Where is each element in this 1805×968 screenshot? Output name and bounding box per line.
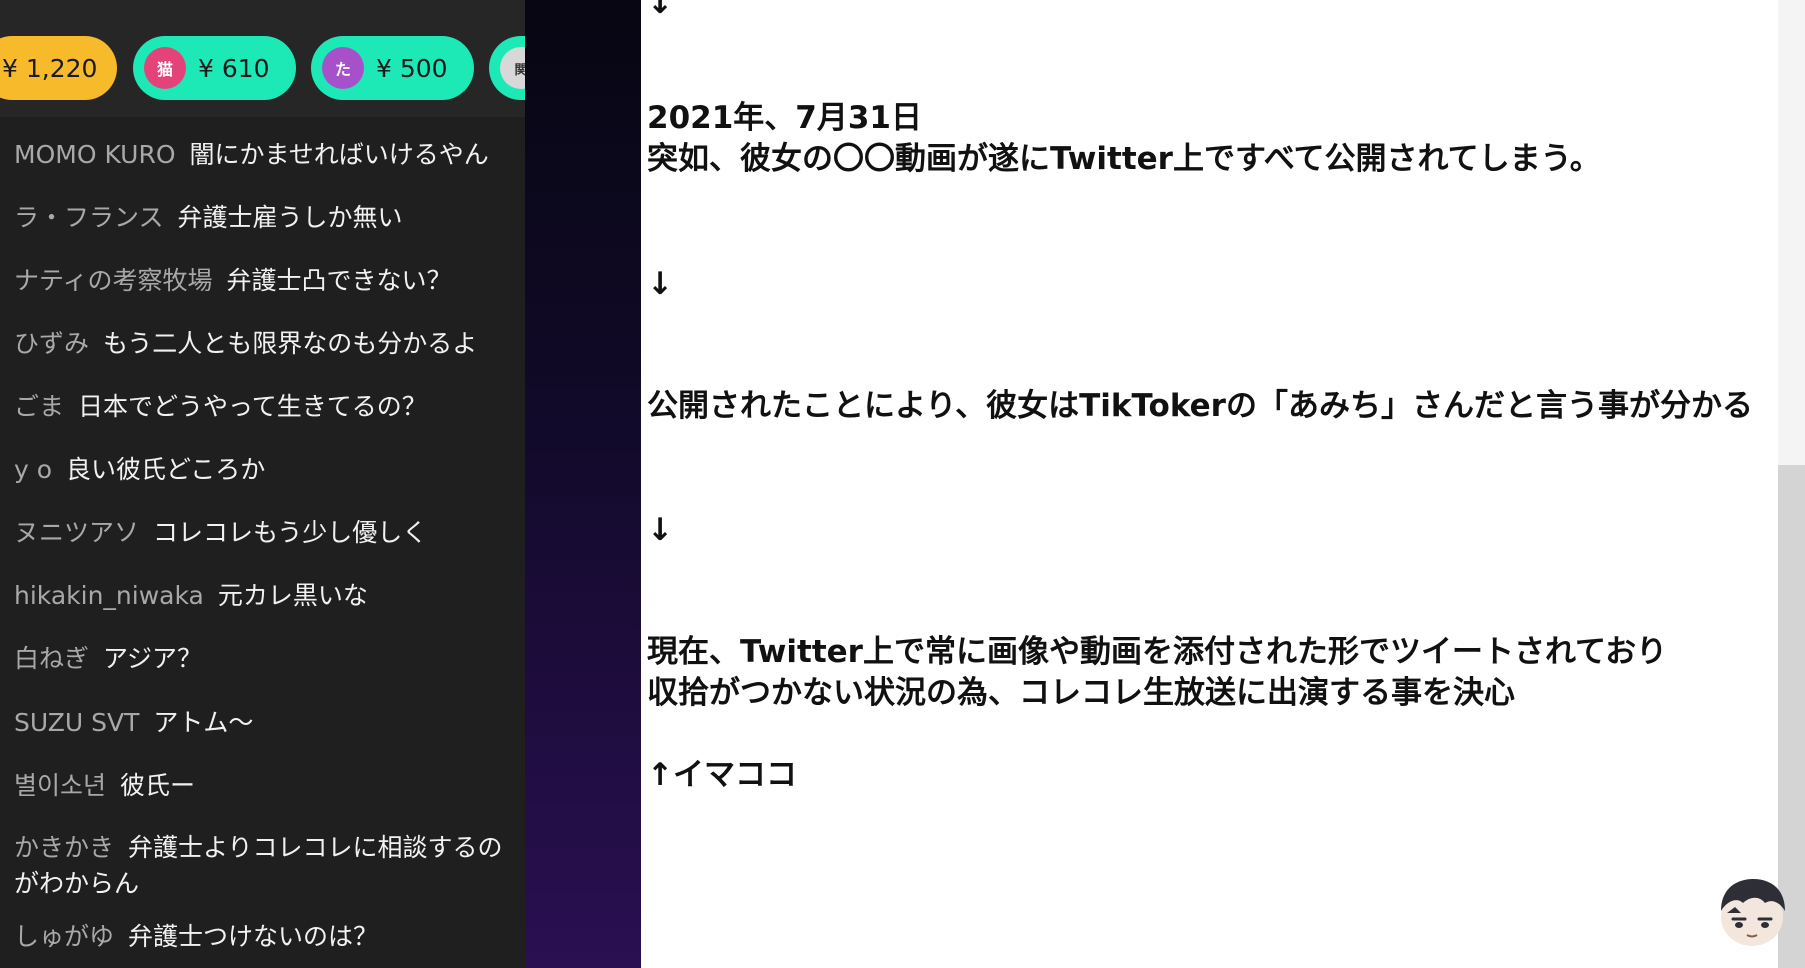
chat-author: 白ねぎ [14,644,90,673]
down-arrow-line: ↓ [647,512,673,548]
avatar: 猫 [144,47,186,89]
chat-message[interactable]: しゅがゆ 弁護士つけないのは？ [14,919,519,955]
text-line: 現在、Twitter上で常に画像や動画を添付された形でツイートされており [647,634,1668,670]
chat-text: 日本でどうやって生きてるの？ [78,392,427,421]
chat-author: hikakin_niwaka [14,581,204,610]
chat-author: ラ・フランス [14,203,164,232]
down-arrow-line: ↓ [647,266,673,302]
chat-message[interactable]: MOMO KURO 闇にかませればいけるやん [14,137,519,173]
chat-message[interactable]: 白ねぎ アジア？ [14,641,519,677]
screen: ¥ 1,220 猫 ¥ 610 た ¥ 500 関 MOMO KURO 闇にかませ… [0,0,1805,968]
chat-text: アジア？ [103,644,203,673]
live-chat-panel: ¥ 1,220 猫 ¥ 610 た ¥ 500 関 MOMO KURO 闇にかませ… [0,0,525,968]
background-gap [525,0,641,968]
chip-amount: ¥ 1,220 [2,53,98,83]
chat-text: コレコレもう少し優しく [153,518,428,547]
chat-message[interactable]: ひずみ もう二人とも限界なのも分かるよ [14,326,519,362]
chip-amount: ¥ 610 [198,53,270,83]
chat-text: 元カレ黒いな [217,581,368,610]
super-chat-ticker: ¥ 1,220 猫 ¥ 610 た ¥ 500 関 [0,0,525,117]
down-arrow-line: ↓ [647,0,673,21]
chat-author: ひずみ [14,329,90,358]
chat-author: しゅがゆ [14,922,115,951]
chat-author: ナティの考察牧場 [14,266,213,295]
current-position-line: ↑イマココ [647,757,797,793]
super-chat-chip[interactable]: 猫 ¥ 610 [133,36,296,100]
chat-message[interactable]: 별이소년 彼氏ー [14,768,519,804]
chat-message[interactable]: y o 良い彼氏どころか [14,452,519,488]
super-chat-chip[interactable]: ¥ 1,220 [0,36,117,100]
chat-message[interactable]: hikakin_niwaka 元カレ黒いな [14,578,519,614]
text-line: 収拾がつかない状況の為、コレコレ生放送に出演する事を決心 [647,675,1515,711]
chat-author: y o [14,455,53,484]
document-page: ↓ 2021年、7月31日 突如、彼女の〇〇動画が遂にTwitter上ですべて公… [641,0,1778,968]
chat-text: 闇にかませればいけるやん [189,140,489,169]
chat-text: 弁護士つけないのは？ [128,922,379,951]
chat-author: SUZU SVT [14,708,140,737]
chat-message[interactable]: かきかき 弁護士よりコレコレに相談するのがわからん [14,830,519,902]
avatar: た [322,47,364,89]
chat-author: ごま [14,392,65,421]
chat-author: かきかき [14,833,115,862]
mascot-avatar-icon [1721,879,1785,946]
text-line: 突如、彼女の〇〇動画が遂にTwitter上ですべて公開されてしまう。 [647,141,1601,177]
chat-author: MOMO KURO [14,140,176,169]
chat-text: もう二人とも限界なのも分かるよ [103,329,478,358]
chat-message[interactable]: ごま 日本でどうやって生きてるの？ [14,389,519,425]
chat-author: 별이소년 [14,771,107,800]
chip-amount: ¥ 500 [376,53,448,83]
chat-author: ヌニツアソ [14,518,140,547]
avatar: 関 [500,47,525,89]
chat-message[interactable]: ラ・フランス 弁護士雇うしか無い [14,200,519,236]
chat-text: 弁護士雇うしか無い [177,203,403,232]
super-chat-chip[interactable]: た ¥ 500 [311,36,474,100]
chat-message[interactable]: SUZU SVT アトム～ [14,705,519,741]
chat-message[interactable]: ナティの考察牧場 弁護士凸できない？ [14,263,519,299]
chat-message[interactable]: ヌニツアソ コレコレもう少し優しく [14,515,519,551]
chat-text: 良い彼氏どころか [66,455,266,484]
chat-text: アトム～ [153,708,254,737]
chat-text: 彼氏ー [120,771,196,800]
chat-text: 弁護士凸できない？ [226,266,452,295]
date-line: 2021年、7月31日 [647,100,922,136]
super-chat-chip[interactable]: 関 [489,36,525,100]
text-line: 公開されたことにより、彼女はTikTokerの「あみち」さんだと言う事が分かる [647,388,1753,424]
